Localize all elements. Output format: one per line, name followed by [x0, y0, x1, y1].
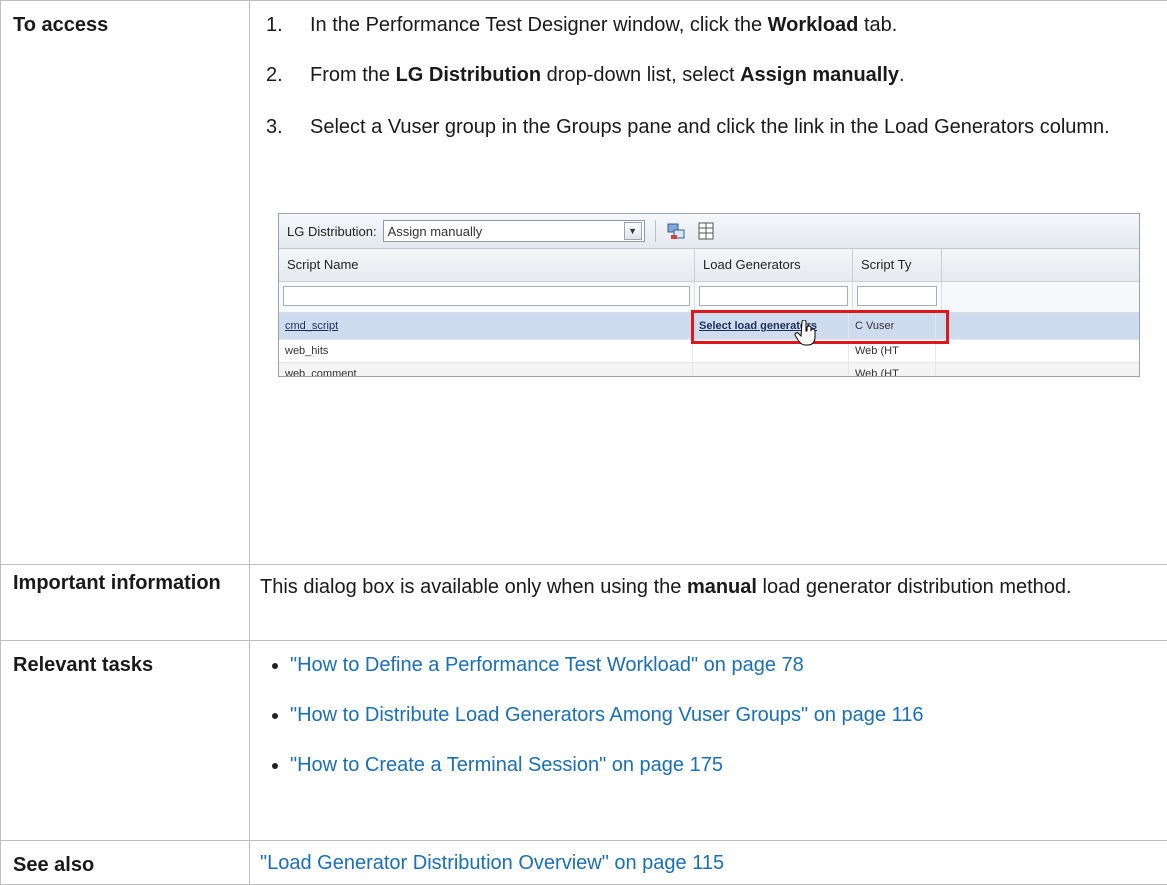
label-see-also: See also	[1, 841, 250, 885]
task-link-define-workload[interactable]: "How to Define a Performance Test Worklo…	[250, 651, 1167, 679]
hand-cursor-icon	[794, 320, 816, 346]
row-see-also: See also "Load Generator Distribution Ov…	[1, 841, 1167, 885]
step-1: 1.In the Performance Test Designer windo…	[262, 11, 1155, 39]
column-script-type[interactable]: Script Ty	[853, 249, 942, 281]
label-important-information: Important information	[1, 565, 250, 641]
columns-icon[interactable]	[696, 221, 716, 241]
row-important-information: Important information This dialog box is…	[1, 565, 1167, 641]
label-relevant-tasks: Relevant tasks	[1, 641, 250, 841]
highlight-box	[691, 310, 949, 344]
load-generators-cell	[693, 363, 849, 377]
screenshot-toolbar: LG Distribution: Assign manually ▼	[279, 214, 1139, 249]
see-also-link[interactable]: "Load Generator Distribution Overview" o…	[250, 841, 1167, 885]
step-3: 3.Select a Vuser group in the Groups pan…	[262, 113, 1155, 141]
script-type-cell: Web (HT	[849, 363, 936, 377]
column-load-generators[interactable]: Load Generators	[695, 249, 853, 281]
workload-term: Workload	[768, 14, 859, 36]
script-type-filter-input[interactable]	[857, 286, 937, 306]
assign-lg-icon[interactable]	[666, 221, 686, 241]
relevant-tasks-content: "How to Define a Performance Test Worklo…	[250, 641, 1167, 841]
lg-distribution-term: LG Distribution	[396, 64, 542, 86]
row-to-access: To access 1.In the Performance Test Desi…	[1, 1, 1167, 565]
script-name-filter-input[interactable]	[283, 286, 690, 306]
step-2: 2.From the LG Distribution drop-down lis…	[262, 61, 1155, 89]
task-link-create-terminal-session[interactable]: "How to Create a Terminal Session" on pa…	[250, 751, 1167, 779]
script-name-cell: web_comment	[279, 363, 693, 377]
grid-header: Script Name Load Generators Script Ty	[279, 249, 1139, 282]
toolbar-separator	[655, 220, 656, 242]
lg-distribution-value: Assign manually	[384, 224, 624, 239]
script-name-cell: web_hits	[279, 340, 693, 362]
reference-table: To access 1.In the Performance Test Desi…	[0, 0, 1167, 885]
task-link-distribute-load-generators[interactable]: "How to Distribute Load Generators Among…	[250, 701, 1167, 729]
table-row[interactable]: web_comment Web (HT	[279, 363, 1139, 377]
load-generators-filter-input[interactable]	[699, 286, 848, 306]
manual-term: manual	[687, 576, 757, 598]
lg-distribution-label: LG Distribution:	[287, 224, 377, 239]
row-relevant-tasks: Relevant tasks "How to Define a Performa…	[1, 641, 1167, 841]
dropdown-arrow-icon[interactable]: ▼	[624, 222, 642, 240]
filter-row	[279, 282, 1139, 313]
task-list: "How to Define a Performance Test Worklo…	[250, 651, 1167, 779]
important-information-text: This dialog box is available only when u…	[250, 565, 1167, 641]
column-script-name[interactable]: Script Name	[279, 249, 695, 281]
access-steps: 1.In the Performance Test Designer windo…	[262, 11, 1155, 141]
label-to-access: To access	[1, 1, 250, 565]
access-content: 1.In the Performance Test Designer windo…	[250, 1, 1167, 565]
assign-manually-term: Assign manually	[740, 64, 899, 86]
embedded-screenshot: LG Distribution: Assign manually ▼	[278, 213, 1140, 377]
lg-distribution-select[interactable]: Assign manually ▼	[383, 220, 645, 242]
script-link[interactable]: cmd_script	[285, 320, 338, 332]
